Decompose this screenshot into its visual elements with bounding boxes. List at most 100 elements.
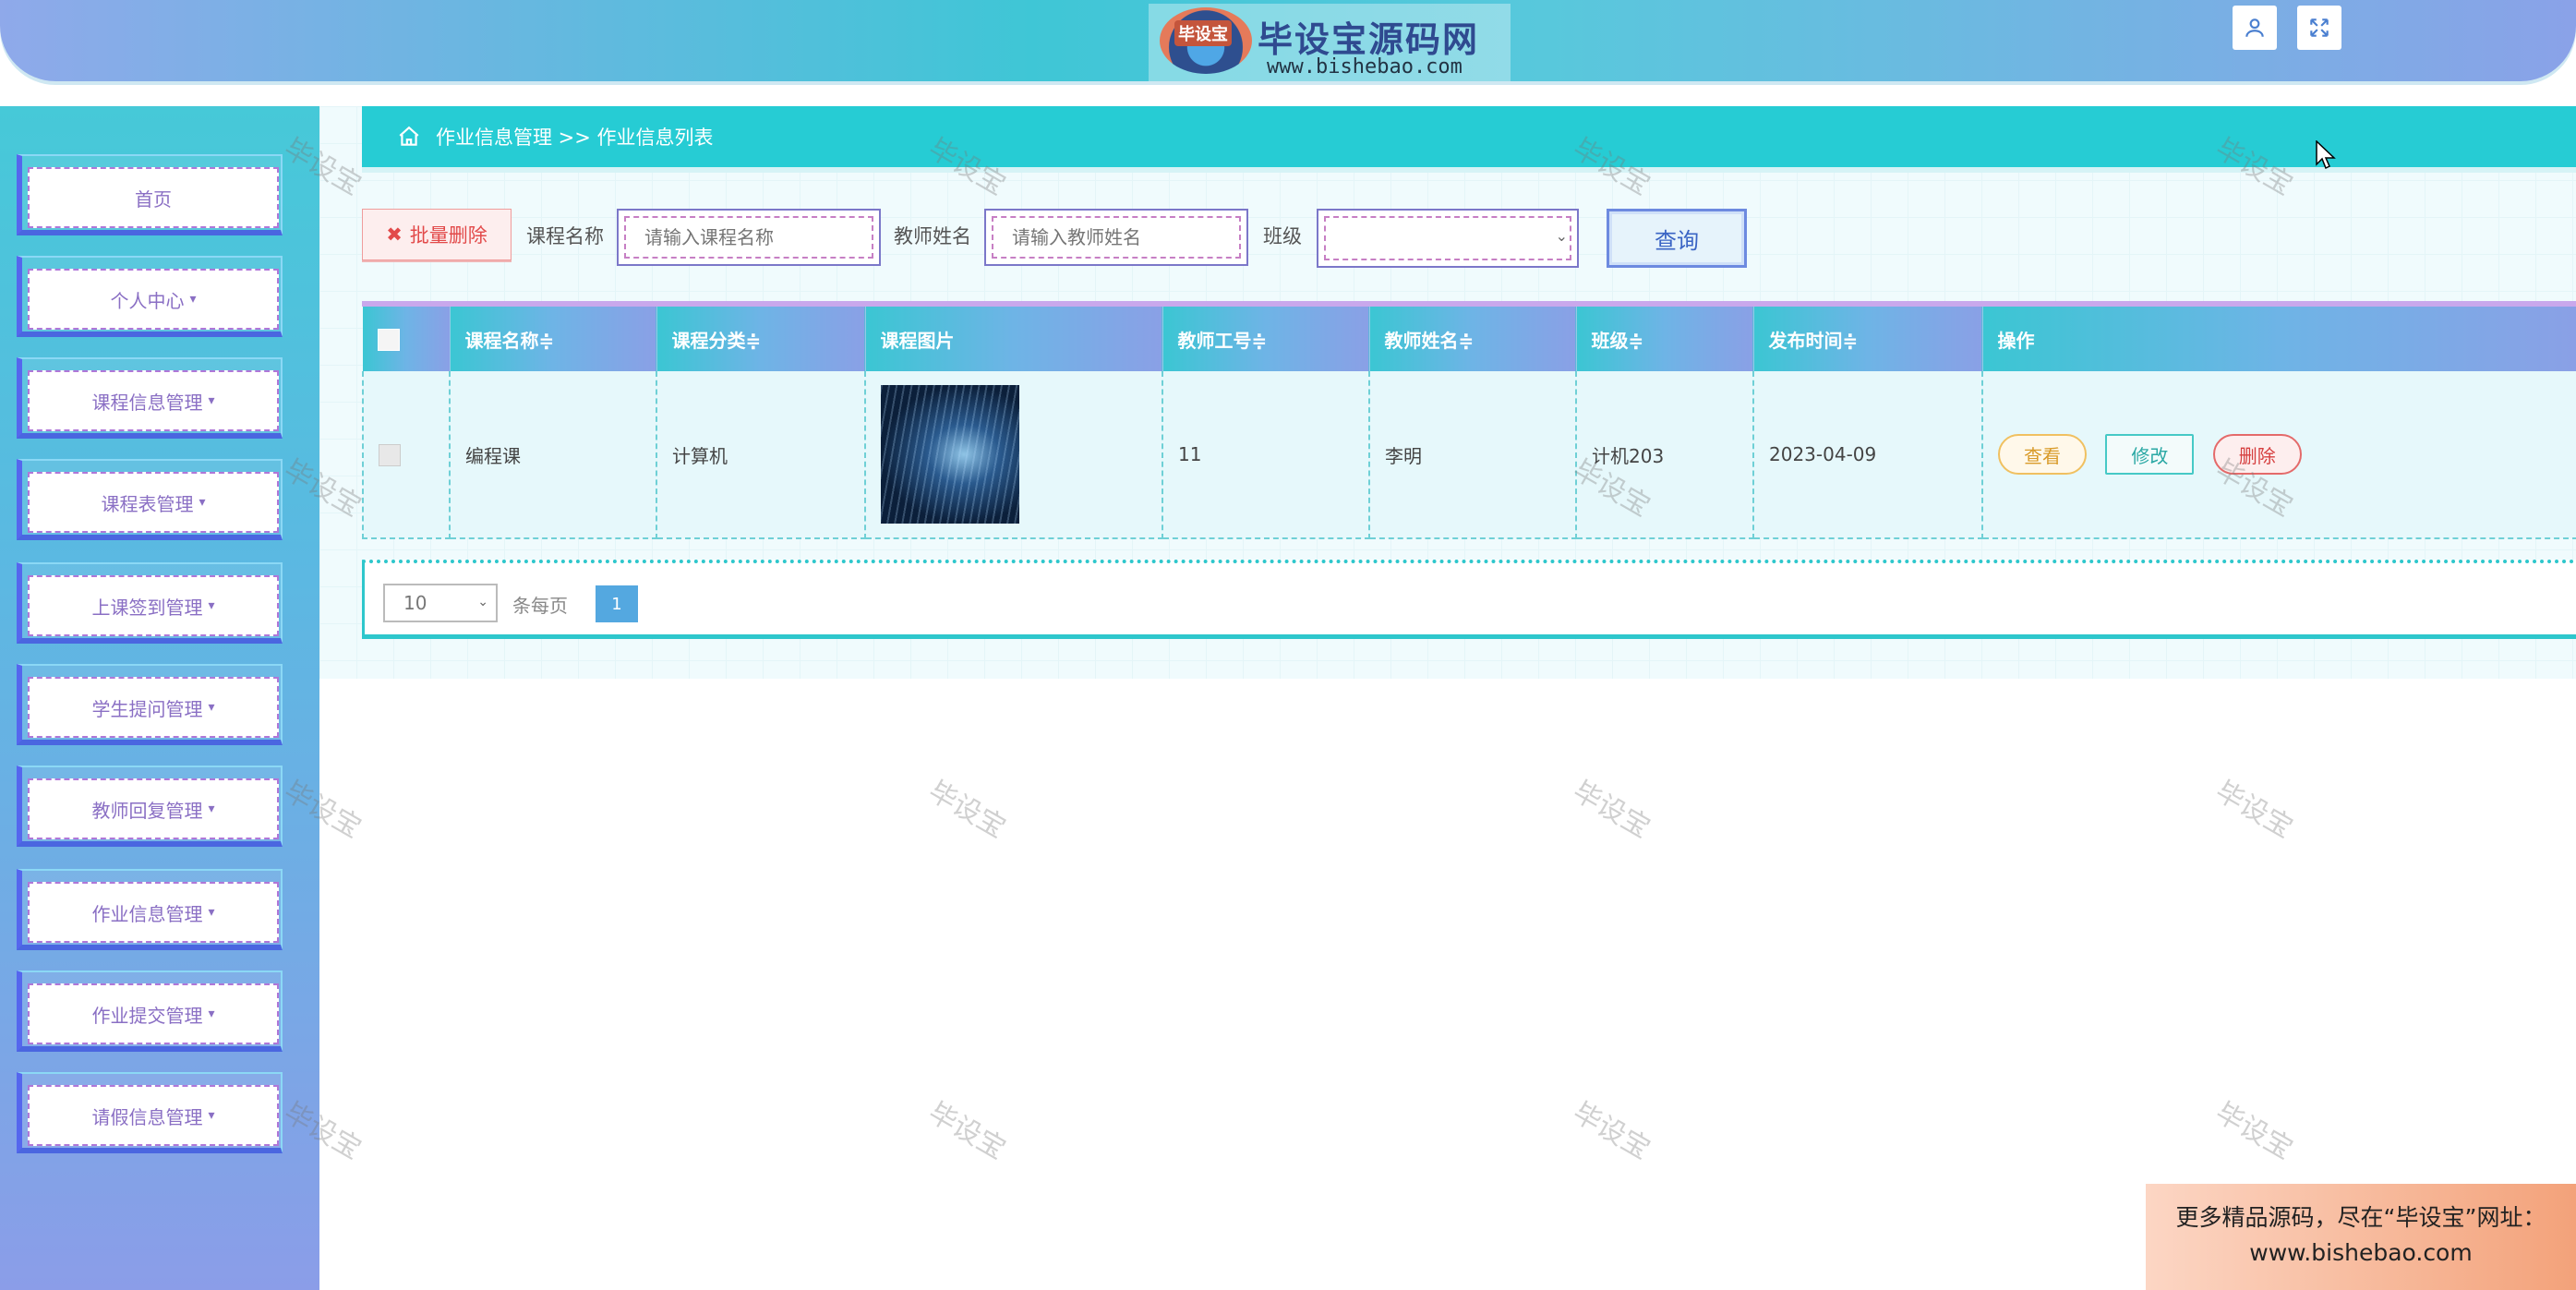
course-image[interactable] <box>881 385 1019 524</box>
sidebar-item-teacher-replies[interactable]: 教师回复管理 ▾ <box>17 766 284 849</box>
caret-down-icon: ▾ <box>189 292 197 307</box>
watermark: 毕设宝 <box>922 775 1011 845</box>
teacher-name-label: 教师姓名 <box>894 225 971 247</box>
batch-delete-button[interactable]: ✖ 批量删除 <box>362 209 512 260</box>
sidebar-item-personal-center[interactable]: 个人中心 ▾ <box>17 256 284 339</box>
site-logo: 毕设宝 毕设宝源码网 www.bishebao.com <box>1149 4 1511 81</box>
table-row: 编程课 计算机 11 李明 计机203 2023-04-09 查看 修改 删除 <box>362 371 2576 539</box>
course-name-input[interactable] <box>624 216 873 259</box>
close-icon: ✖ <box>386 223 403 246</box>
user-icon <box>2245 18 2264 37</box>
caret-down-icon: ▾ <box>208 802 215 816</box>
promo-line-2: www.bishebao.com <box>2249 1239 2473 1266</box>
view-button[interactable]: 查看 <box>1998 434 2087 475</box>
watermark: 毕设宝 <box>1567 1096 1655 1166</box>
course-name-label: 课程名称 <box>526 225 604 247</box>
watermark: 毕设宝 <box>922 1096 1011 1166</box>
row-checkbox[interactable] <box>379 443 401 466</box>
teacher-name-input[interactable] <box>992 216 1241 259</box>
chevron-down-icon: ⌄ <box>477 595 488 609</box>
fullscreen-button[interactable] <box>2297 6 2341 50</box>
logo-badge: 毕设宝 <box>1174 20 1232 46</box>
sidebar-item-homework-info[interactable]: 作业信息管理 ▾ <box>17 869 284 952</box>
promo-banner[interactable]: 更多精品源码，尽在“毕设宝”网址： www.bishebao.com <box>2146 1184 2576 1290</box>
top-header: 毕设宝 毕设宝源码网 www.bishebao.com <box>0 0 2576 81</box>
sidebar-item-schedule[interactable]: 课程表管理 ▾ <box>17 459 284 542</box>
caret-down-icon: ▾ <box>208 598 215 613</box>
select-all-checkbox[interactable] <box>378 328 400 351</box>
select-all-cell <box>363 307 451 371</box>
logo-title: 毕设宝源码网 <box>1258 19 1480 60</box>
sidebar-item-label: 教师回复管理 <box>91 799 203 822</box>
cell-class: 计机203 <box>1576 371 1754 539</box>
logo-url: www.bishebao.com <box>1267 55 1463 78</box>
page-size-select[interactable]: 10 ⌄ <box>383 584 498 622</box>
chevron-down-icon: ⌄ <box>1555 227 1568 245</box>
cell-publish-time: 2023-04-09 <box>1753 371 1983 539</box>
watermark: 毕设宝 <box>1567 775 1655 845</box>
caret-down-icon: ▾ <box>199 495 206 510</box>
pagination: 10 ⌄ 条每页 1 <box>362 560 2576 639</box>
sidebar-item-label: 首页 <box>135 187 172 211</box>
sidebar-item-label: 作业信息管理 <box>91 902 203 925</box>
column-header-class[interactable]: 班级≑ <box>1576 307 1754 371</box>
page-size-label: 条每页 <box>512 595 568 617</box>
watermark: 毕设宝 <box>2209 1096 2298 1166</box>
cell-category: 计算机 <box>656 371 866 539</box>
expand-icon <box>2310 18 2329 37</box>
class-select[interactable]: ⌄ <box>1317 209 1579 268</box>
cell-actions: 查看 修改 删除 <box>1982 371 2576 539</box>
sidebar-item-home[interactable]: 首页 <box>17 154 284 237</box>
caret-down-icon: ▾ <box>208 1007 215 1021</box>
sidebar-item-label: 课程信息管理 <box>91 391 203 414</box>
column-header-course-name[interactable]: 课程名称≑ <box>450 307 657 371</box>
user-button[interactable] <box>2233 6 2277 50</box>
watermark: 毕设宝 <box>2209 775 2298 845</box>
sidebar-item-leave-info[interactable]: 请假信息管理 ▾ <box>17 1072 284 1155</box>
cell-teacher-id: 11 <box>1162 371 1370 539</box>
sidebar-item-homework-submission[interactable]: 作业提交管理 ▾ <box>17 971 284 1054</box>
table-header-row: 课程名称≑ 课程分类≑ 课程图片 教师工号≑ 教师姓名≑ 班级≑ 发布时间≑ 操… <box>363 307 2576 371</box>
promo-line-1: 更多精品源码，尽在“毕设宝”网址： <box>2175 1204 2546 1231</box>
sidebar-item-label: 学生提问管理 <box>91 697 203 720</box>
delete-button[interactable]: 删除 <box>2212 434 2302 475</box>
sidebar-item-label: 作业提交管理 <box>91 1004 203 1027</box>
homework-table: 课程名称≑ 课程分类≑ 课程图片 教师工号≑ 教师姓名≑ 班级≑ 发布时间≑ 操… <box>362 307 2576 539</box>
column-header-actions: 操作 <box>1982 307 2576 371</box>
cell-course-image <box>865 371 1163 539</box>
cell-course-name: 编程课 <box>450 371 657 539</box>
column-header-publish-time[interactable]: 发布时间≑ <box>1753 307 1983 371</box>
query-label: 查询 <box>1655 227 1699 254</box>
page-button-current[interactable]: 1 <box>596 585 638 622</box>
class-label: 班级 <box>1263 225 1302 247</box>
caret-down-icon: ▾ <box>208 393 215 408</box>
teacher-name-field <box>984 209 1248 266</box>
batch-delete-label: 批量删除 <box>409 224 488 247</box>
logo-emblem: 毕设宝 <box>1160 7 1252 74</box>
sidebar-item-attendance[interactable]: 上课签到管理 ▾ <box>17 562 284 645</box>
caret-down-icon: ▾ <box>208 1108 215 1123</box>
sidebar-item-course-info[interactable]: 课程信息管理 ▾ <box>17 357 284 440</box>
column-header-teacher-name[interactable]: 教师姓名≑ <box>1369 307 1577 371</box>
mouse-cursor-icon <box>2316 140 2336 170</box>
sidebar: 首页 个人中心 ▾ 课程信息管理 ▾ 课程表管理 ▾ 上课签到管理 ▾ 学生提问管理 ▾ … <box>0 106 319 1290</box>
column-header-category[interactable]: 课程分类≑ <box>656 307 866 371</box>
column-header-teacher-id[interactable]: 教师工号≑ <box>1162 307 1370 371</box>
caret-down-icon: ▾ <box>208 905 215 920</box>
sidebar-item-label: 课程表管理 <box>101 492 194 515</box>
breadcrumb: 作业信息管理 >> 作业信息列表 <box>362 106 2576 167</box>
home-icon[interactable] <box>397 125 421 149</box>
breadcrumb-text: 作业信息管理 >> 作业信息列表 <box>436 127 714 149</box>
row-select-cell <box>362 371 451 539</box>
edit-button[interactable]: 修改 <box>2105 434 2195 475</box>
cell-teacher-name: 李明 <box>1369 371 1577 539</box>
caret-down-icon: ▾ <box>208 700 215 715</box>
sidebar-item-student-questions[interactable]: 学生提问管理 ▾ <box>17 664 284 747</box>
page-size-value: 10 <box>403 592 427 614</box>
sidebar-item-label: 个人中心 <box>110 289 185 312</box>
course-name-field <box>617 209 881 266</box>
query-button[interactable]: 查询 <box>1607 209 1747 268</box>
sidebar-item-label: 上课签到管理 <box>91 596 203 619</box>
sidebar-item-label: 请假信息管理 <box>91 1105 203 1128</box>
column-header-course-image: 课程图片 <box>865 307 1163 371</box>
